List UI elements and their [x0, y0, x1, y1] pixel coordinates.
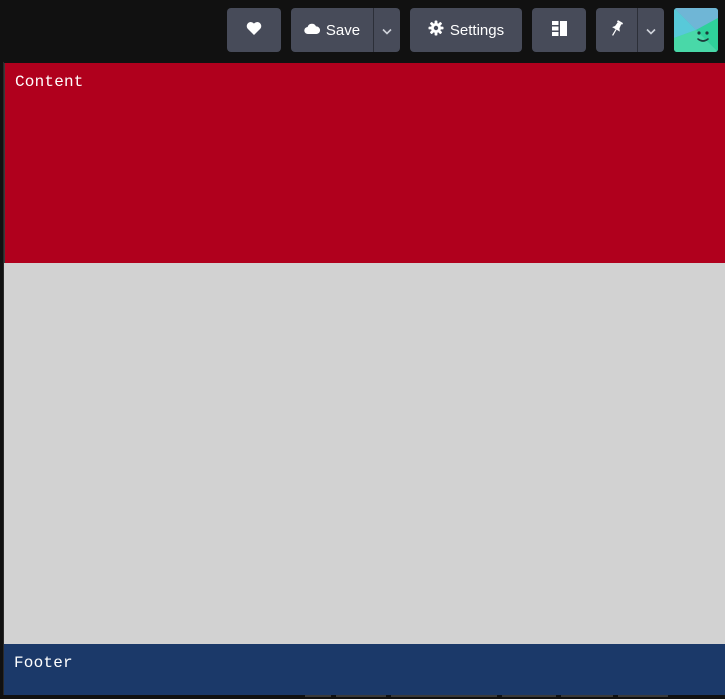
favorite-button[interactable]	[227, 8, 281, 52]
content-panel: Content	[4, 63, 725, 263]
save-dropdown-button[interactable]	[374, 8, 400, 52]
pin-icon	[609, 19, 624, 41]
chevron-down-icon	[646, 22, 656, 39]
layout-icon	[551, 20, 567, 40]
gear-icon	[428, 20, 444, 40]
pin-dropdown-button[interactable]	[638, 8, 664, 52]
heart-icon	[246, 21, 262, 40]
save-button[interactable]: Save	[291, 8, 373, 52]
save-button-label: Save	[325, 21, 361, 39]
pin-button[interactable]	[596, 8, 637, 52]
settings-button-label: Settings	[449, 21, 505, 39]
content-label: Content	[15, 73, 84, 91]
footer-panel: Footer	[4, 644, 725, 695]
chevron-down-icon	[382, 22, 392, 39]
main-panel	[4, 263, 725, 644]
footer-label: Footer	[14, 654, 73, 672]
top-toolbar: Save Settings	[0, 0, 725, 62]
cloud-icon	[304, 22, 320, 39]
layout-button[interactable]	[532, 8, 586, 52]
user-avatar[interactable]	[674, 8, 718, 52]
smiley-avatar-icon	[674, 8, 718, 52]
settings-button[interactable]: Settings	[410, 8, 522, 52]
